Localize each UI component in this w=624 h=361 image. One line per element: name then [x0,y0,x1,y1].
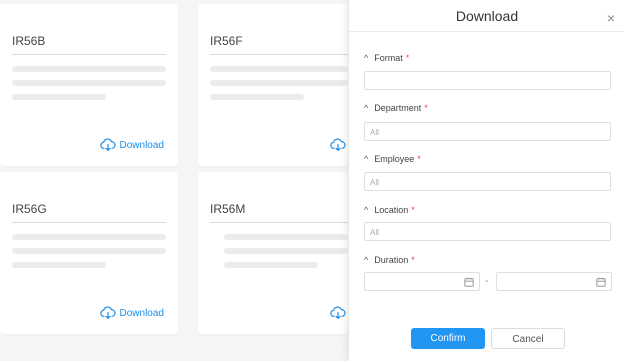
format-select[interactable] [364,71,611,90]
location-section-header[interactable]: ^ Location * [364,205,415,215]
divider [210,222,348,223]
required-mark: * [405,53,410,63]
required-mark: * [424,103,428,113]
skeleton-line [224,262,318,268]
skeleton-line [210,94,304,100]
download-link[interactable] [330,306,346,320]
dialog-title: Download [455,8,519,24]
cloud-download-icon [330,306,346,320]
employee-select[interactable]: All [364,172,611,191]
department-label: Department [374,103,422,113]
skeleton-line [224,248,348,254]
calendar-icon [464,277,474,287]
skeleton-line [12,248,166,254]
card-title: IR56G [12,202,47,216]
download-link[interactable]: Download [99,306,164,320]
download-label: Download [119,139,164,151]
format-label: Format [374,53,403,63]
close-icon[interactable]: × [607,10,615,26]
format-section-header[interactable]: ^ Format * [364,53,409,63]
cloud-download-icon [330,138,346,152]
chevron-up-icon: ^ [364,103,369,113]
skeleton-line [12,66,166,72]
divider [210,54,348,55]
employee-label: Employee [374,154,415,164]
required-mark: * [411,255,415,265]
cancel-button[interactable]: Cancel [491,328,565,349]
report-card-ir56f: IR56F [198,4,348,166]
report-card-ir56m: IR56M [198,172,348,334]
divider [12,54,166,55]
cloud-download-icon [99,138,116,152]
chevron-up-icon: ^ [364,205,369,215]
employee-section-header[interactable]: ^ Employee * [364,154,421,164]
confirm-button[interactable]: Confirm [411,328,485,349]
calendar-icon [596,277,606,287]
cloud-download-icon [99,306,116,320]
chevron-up-icon: ^ [364,154,369,164]
skeleton-line [210,66,348,72]
skeleton-line [12,262,106,268]
skeleton-line [224,234,348,240]
divider [349,31,624,32]
required-mark: * [411,205,415,215]
skeleton-line [12,234,166,240]
skeleton-line [12,80,166,86]
duration-section-header[interactable]: ^ Duration * [364,255,415,265]
start-date-input[interactable] [364,272,480,291]
report-card-ir56g: IR56G Download [0,172,178,334]
card-title: IR56M [210,202,246,216]
report-card-ir56b: IR56B Download [0,4,178,166]
download-dialog: Download × ^ Format * ^ Department * All… [348,0,624,361]
download-link[interactable]: Download [99,138,164,152]
chevron-up-icon: ^ [364,53,369,63]
card-title: IR56B [12,34,46,48]
date-range-separator: - [485,276,489,287]
skeleton-line [12,94,106,100]
location-label: Location [374,205,409,215]
required-mark: * [417,154,421,164]
department-section-header[interactable]: ^ Department * [364,103,428,113]
card-title: IR56F [210,34,243,48]
download-label: Download [119,307,164,319]
location-select[interactable]: All [364,222,611,241]
department-select[interactable]: All [364,122,611,141]
end-date-input[interactable] [496,272,612,291]
duration-label: Duration [374,255,409,265]
chevron-up-icon: ^ [364,255,369,265]
skeleton-line [210,80,348,86]
divider [12,222,166,223]
download-link[interactable] [330,138,346,152]
